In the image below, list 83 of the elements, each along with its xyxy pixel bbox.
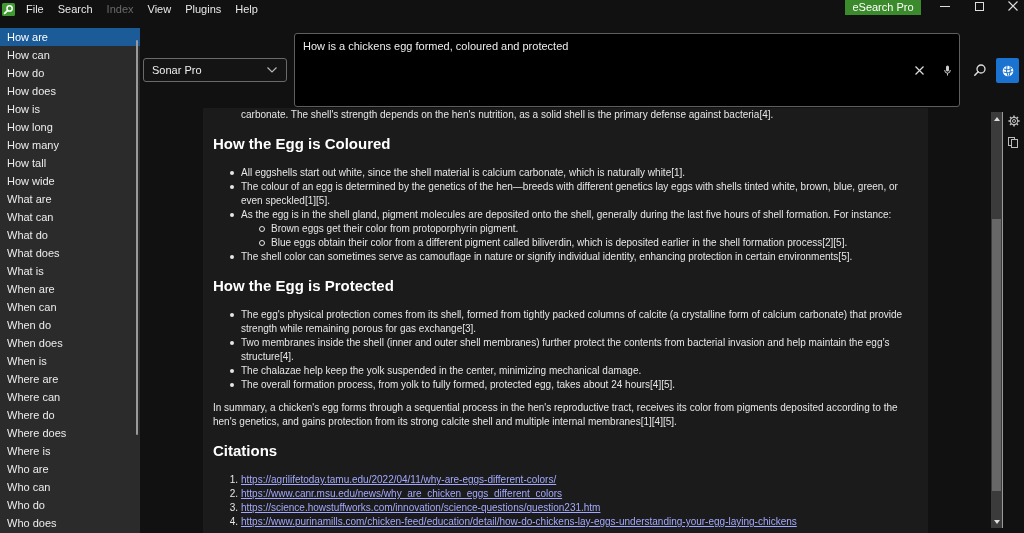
bullet-text: The chalazae help keep the yolk suspended in the center, minimizing mechanical damage.	[241, 364, 642, 378]
citation-link[interactable]: https://www.purinamills.com/chicken-feed/education/detail/how-do-chickens-lay-eggs-understanding-your-egg-laying-chickens	[241, 515, 797, 529]
sidebar-item[interactable]: How wide	[0, 172, 140, 190]
maximize-icon[interactable]	[975, 2, 984, 11]
sidebar-item[interactable]: When is	[0, 352, 140, 370]
scrollbar-thumb[interactable]	[992, 219, 1001, 491]
query-field[interactable]: How is a chickens egg formed, coloured and protected	[294, 33, 960, 107]
clear-icon[interactable]	[915, 66, 924, 75]
citation-number: 2.	[228, 487, 238, 501]
menu-item[interactable]: View	[147, 0, 172, 19]
globe-icon	[1001, 64, 1014, 77]
menu-item[interactable]: Help	[235, 0, 258, 19]
summary-paragraph: In summary, a chicken's egg forms through a sequential process in the hen's reproductive tract, receives its color from pigments deposited according to the hen's genetics, and gains protection from its strong calcite shell and multiple internal membranes[1][4][5].	[213, 401, 899, 429]
sidebar-item[interactable]: Where are	[0, 370, 140, 388]
citation-number: 1.	[228, 473, 238, 487]
sidebar-item[interactable]: What is	[0, 262, 140, 280]
scroll-up-arrow-icon[interactable]	[993, 117, 1000, 121]
sidebar-item[interactable]: When do	[0, 316, 140, 334]
sidebar-item[interactable]: How are	[0, 28, 140, 46]
model-dropdown[interactable]: Sonar Pro	[143, 58, 287, 82]
search-icon[interactable]	[974, 64, 986, 76]
sidebar-item[interactable]: What can	[0, 208, 140, 226]
sidebar-item[interactable]: What does	[0, 244, 140, 262]
sidebar-item[interactable]: Who can	[0, 478, 140, 496]
menu-item[interactable]: Search	[57, 0, 93, 19]
sidebar-item[interactable]: Who does	[0, 514, 140, 532]
assistant-button[interactable]	[996, 58, 1019, 83]
citation-link[interactable]: https://www.canr.msu.edu/news/why_are_chicken_eggs_different_colors	[241, 487, 563, 501]
sidebar-item[interactable]: What are	[0, 190, 140, 208]
sidebar-item[interactable]: When can	[0, 298, 140, 316]
sidebar-item[interactable]: Where is	[0, 442, 140, 460]
bullet-dot-icon	[230, 341, 234, 345]
section-heading: Citations	[213, 441, 279, 461]
citation-link[interactable]: https://agrilifetoday.tamu.edu/2022/04/11/why-are-eggs-different-colors/	[241, 473, 557, 487]
bullet-text: The colour of an egg is determined by the genetics of the hen—breeds with different genetics lay eggs with shells tinted white, brown, blue, green, or even speckled[1][5].	[241, 180, 899, 208]
scroll-down-arrow-icon[interactable]	[993, 520, 1000, 524]
answer-text: carbonate. The shell's strength depends on the hen's nutrition, as a solid shell is the primary defense against bacteria[4].	[240, 108, 775, 122]
citation-link[interactable]: https://science.howstuffworks.com/innovation/science-questions/question231.htm	[241, 501, 601, 515]
bullet-dot-icon	[230, 213, 234, 217]
citation-number: 4.	[228, 515, 238, 529]
bullet-dot-icon	[230, 313, 234, 317]
magnifier-logo-icon	[2, 3, 15, 16]
sidebar-item[interactable]: How can	[0, 46, 140, 64]
bullet-text: Blue eggs obtain their color from a different pigment called biliverdin, which is deposited earlier in the shell formation process[2][5].	[271, 236, 848, 250]
sidebar-item[interactable]: When are	[0, 280, 140, 298]
sidebar-item[interactable]: Who are	[0, 460, 140, 478]
bullet-text: The egg's physical protection comes from its shell, formed from tightly packed columns of calcite (a crystalline form of calcium carbonate) that provide strength while remaining porous for gas exchange[3].	[241, 308, 904, 336]
bullet-dot-icon	[230, 185, 234, 189]
bullet-text: Two membranes inside the shell (inner and outer shell membranes) further protect the contents from bacterial invasion and help maintain the egg’s structure[4].	[241, 336, 891, 364]
bullet-text: As the egg is in the shell gland, pigment molecules are deposited onto the shell, generally during the last five hours of shell formation. For instance:	[241, 208, 892, 222]
sidebar-item[interactable]: Where do	[0, 406, 140, 424]
sidebar-item[interactable]: Where does	[0, 424, 140, 442]
sidebar-item[interactable]: Where can	[0, 388, 140, 406]
sidebar-item[interactable]: When does	[0, 334, 140, 352]
bullet-dot-icon	[230, 383, 234, 387]
sidebar-item[interactable]: How tall	[0, 154, 140, 172]
sidebar-item[interactable]: How long	[0, 118, 140, 136]
microphone-icon[interactable]	[944, 65, 951, 76]
citation-number: 3.	[228, 501, 238, 515]
chevron-down-icon	[267, 67, 277, 73]
bullet-dot-icon	[230, 255, 234, 259]
bullet-text: Brown eggs get their color from protoporphyrin pigment.	[271, 222, 519, 236]
copy-icon[interactable]	[1008, 137, 1018, 148]
settings-icon[interactable]	[1008, 115, 1020, 127]
bullet-text: The shell color can sometimes serve as camouflage in nature or signify individual identity, enhancing protection in certain environments[5].	[241, 250, 853, 264]
sidebar-item[interactable]: How is	[0, 100, 140, 118]
sidebar-item[interactable]: Who do	[0, 496, 140, 514]
bullet-dot-icon	[230, 369, 234, 373]
sidebar-item[interactable]: How do	[0, 64, 140, 82]
section-heading: How the Egg is Protected	[213, 276, 395, 296]
section-heading: How the Egg is Coloured	[213, 134, 392, 154]
sidebar-item[interactable]: What do	[0, 226, 140, 244]
sidebar-item[interactable]: How does	[0, 82, 140, 100]
menu-item[interactable]: File	[26, 0, 44, 19]
sidebar-item[interactable]: How many	[0, 136, 140, 154]
upgrade-button[interactable]: eSearch Pro	[845, 0, 921, 15]
bullet-dot-icon	[230, 171, 234, 175]
close-icon[interactable]	[1008, 1, 1018, 11]
bullet-text: All eggshells start out white, since the shell material is calcium carbonate, which is naturally white[1].	[241, 166, 686, 180]
scrollbar[interactable]	[991, 112, 1003, 528]
menu-item[interactable]: Plugins	[185, 0, 222, 19]
bullet-text: The overall formation process, from yolk to fully formed, protected egg, takes about 24 hours[4][5].	[241, 378, 676, 392]
sidebar-scrollbar[interactable]	[136, 40, 138, 435]
